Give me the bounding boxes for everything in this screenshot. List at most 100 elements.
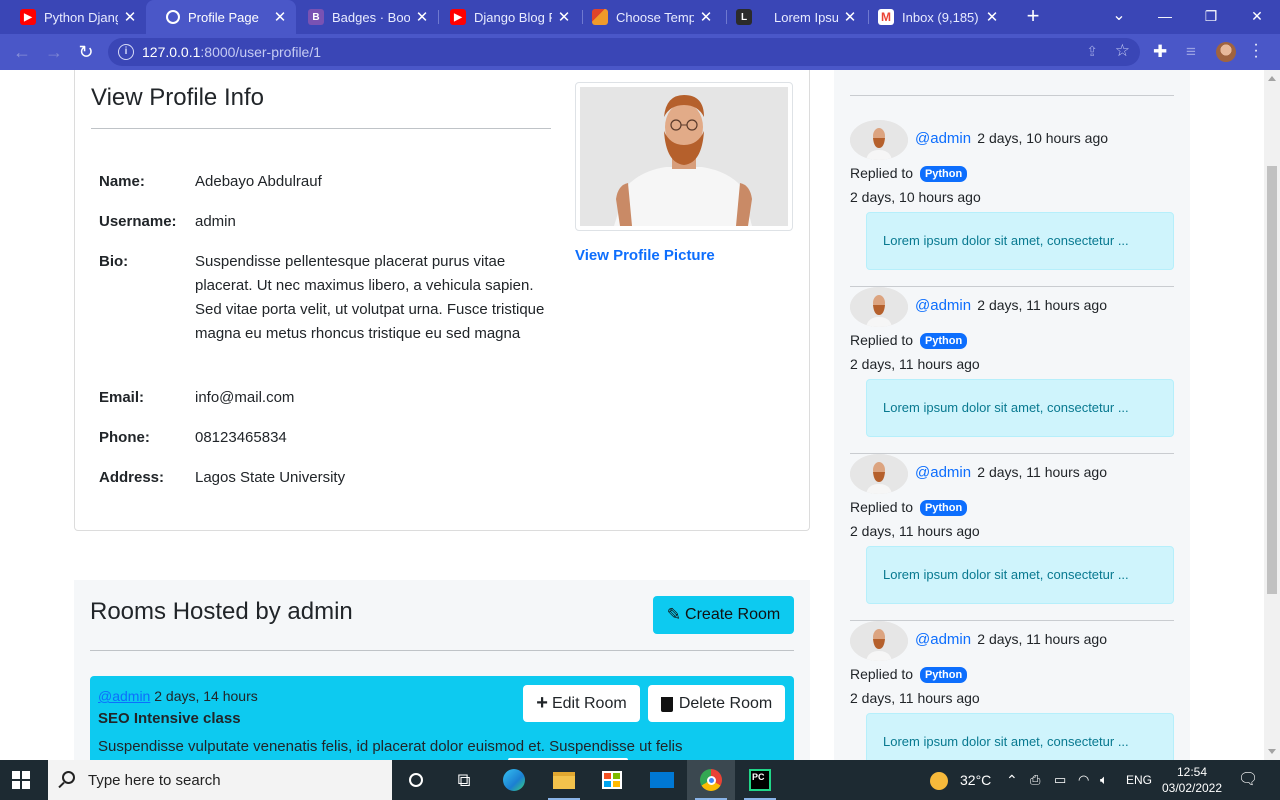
edge-icon[interactable] [490,760,538,800]
close-tab-icon[interactable]: ✕ [556,8,572,26]
reading-list-icon[interactable]: ≡ [1186,42,1196,62]
forward-icon[interactable]: → [42,40,66,64]
activity-ago: 2 days, 11 hours ago [977,297,1107,313]
room-title[interactable]: SEO Intensive class [98,710,241,727]
youtube-icon: ▶ [450,9,466,25]
taskbar-search-box[interactable]: Type here to search [48,760,392,800]
bookmark-star-icon[interactable]: ☆ [1115,41,1130,61]
restore-icon[interactable]: ❐ [1188,0,1234,34]
battery-icon[interactable]: ▭ [1054,760,1066,800]
extensions-icon[interactable]: ✚ [1153,42,1167,62]
create-room-button[interactable]: ✎ Create Room [653,596,794,634]
chrome-icon[interactable] [687,760,735,800]
activity-user[interactable]: @admin 2 days, 11 hours ago [915,464,1107,481]
activity-user[interactable]: @admin 2 days, 11 hours ago [915,631,1107,648]
activity-item: @admin 2 days, 11 hours ago Replied to P… [850,287,1174,455]
close-tab-icon[interactable]: ✕ [272,8,288,26]
close-tab-icon[interactable]: ✕ [842,8,858,26]
scroll-up-arrow-icon[interactable] [1268,76,1276,81]
avatar[interactable] [850,621,908,661]
activity-replied: Replied to Python [850,499,968,516]
avatar[interactable] [850,454,908,494]
system-clock[interactable]: 12:54 03/02/2022 [1160,764,1224,796]
activity-message: Lorem ipsum dolor sit amet, consectetur … [866,546,1174,604]
tab-lorem-ipsum[interactable]: L Lorem Ipsum - ✕ [716,0,866,34]
browser-profile-avatar[interactable] [1216,42,1236,62]
bootstrap-icon: B [308,9,324,25]
temperature[interactable]: 32°C [960,760,991,800]
close-tab-icon[interactable]: ✕ [984,8,1000,26]
file-explorer-icon[interactable] [540,760,588,800]
close-window-icon[interactable]: ✕ [1234,0,1280,34]
template-icon [592,9,608,25]
recent-activity-sidebar: @admin 2 days, 10 hours ago Replied to P… [834,70,1190,760]
edit-square-icon: ✎ [666,605,682,624]
tab-badges-bootstrap[interactable]: B Badges · Boots ✕ [288,0,438,34]
topic-badge[interactable]: Python [919,166,968,182]
room-host-link[interactable]: @admin [98,688,150,704]
browser-menu-icon[interactable]: · · · [1252,37,1260,65]
activity-user[interactable]: @admin 2 days, 10 hours ago [915,130,1108,147]
scrollbar-thumb[interactable] [1267,166,1277,594]
windows-start-icon[interactable] [12,771,30,789]
activity-username[interactable]: @admin [915,297,971,314]
avatar[interactable] [850,287,908,327]
activity-username[interactable]: @admin [915,464,971,481]
back-icon[interactable]: ← [10,40,34,64]
tab-search-icon[interactable]: ⌄ [1096,0,1142,34]
mail-icon[interactable] [638,760,686,800]
close-tab-icon[interactable]: ✕ [414,8,430,26]
email-label: Email: [99,389,145,406]
close-tab-icon[interactable]: ✕ [698,8,714,26]
activity-username[interactable]: @admin [915,631,971,648]
address-label: Address: [99,469,165,486]
address-bar[interactable]: i 127.0.0.1:8000/user-profile/1 ⇪ ☆ [108,38,1140,66]
edit-room-button[interactable]: + Edit Room [523,685,640,722]
tray-chevron-icon[interactable]: ⌃ [1006,760,1018,800]
tab-gmail-inbox[interactable]: M Inbox (9,185) - ✕ [858,0,1008,34]
page-scrollbar[interactable] [1264,70,1280,760]
new-tab-icon[interactable]: + [1021,5,1045,29]
notifications-icon[interactable]: 🗨︎ [1238,760,1258,800]
wifi-icon[interactable]: ◠ [1078,760,1089,800]
topic-badge[interactable]: Python [919,500,968,516]
cortana-icon[interactable] [392,760,440,800]
activity-time: 2 days, 11 hours ago [850,690,980,706]
meet-now-icon[interactable]: ⎙ [1030,760,1040,800]
tab-django-blog[interactable]: ▶ Django Blog Pr ✕ [430,0,580,34]
activity-item: @admin 2 days, 11 hours ago Replied to P… [850,454,1174,622]
activity-user[interactable]: @admin 2 days, 11 hours ago [915,297,1107,314]
edit-room-label: Edit Room [551,694,627,712]
task-view-icon[interactable]: ⧉ [440,760,488,800]
view-profile-picture-link[interactable]: View Profile Picture [575,247,715,264]
site-info-icon[interactable]: i [118,44,134,60]
activity-username[interactable]: @admin [915,130,971,147]
user-avatar-icon [850,454,908,494]
profile-card: View Profile Info Name: Adebayo Abdulrau… [74,70,810,531]
share-icon[interactable]: ⇪ [1086,43,1098,60]
tab-profile-page[interactable]: Profile Page ✕ [146,0,296,34]
delete-room-button[interactable]: Delete Room [648,685,785,722]
volume-icon[interactable]: 🔈︎ [1100,760,1108,800]
email-value: info@mail.com [195,389,295,406]
url-text[interactable]: 127.0.0.1:8000/user-profile/1 [142,44,321,60]
replied-label: Replied to [850,499,914,515]
scroll-down-arrow-icon[interactable] [1268,749,1276,754]
minimize-icon[interactable]: — [1142,0,1188,34]
avatar[interactable] [850,120,908,160]
windows-taskbar: Type here to search ⧉ PC 32°C ⌃ ⎙ ▭ ◠ 🔈︎… [0,760,1280,800]
activity-replied: Replied to Python [850,165,968,182]
close-tab-icon[interactable]: ✕ [122,8,138,26]
rooms-card: Rooms Hosted by admin ✎ Create Room @adm… [74,580,810,760]
topic-badge[interactable]: Python [919,333,968,349]
pycharm-icon[interactable]: PC [736,760,784,800]
room-age: 2 days, 14 hours [154,688,258,704]
reload-icon[interactable]: ↻ [74,40,98,64]
browser-tab-bar: ▶ Python Django ✕ Profile Page ✕ B Badge… [0,0,1280,34]
language-indicator[interactable]: ENG [1126,760,1152,800]
topic-badge[interactable]: Python [919,667,968,683]
tab-choose-template[interactable]: Choose Templa ✕ [572,0,722,34]
store-icon[interactable] [588,760,636,800]
weather-icon[interactable] [930,760,948,800]
tab-python-django[interactable]: ▶ Python Django ✕ [0,0,146,34]
